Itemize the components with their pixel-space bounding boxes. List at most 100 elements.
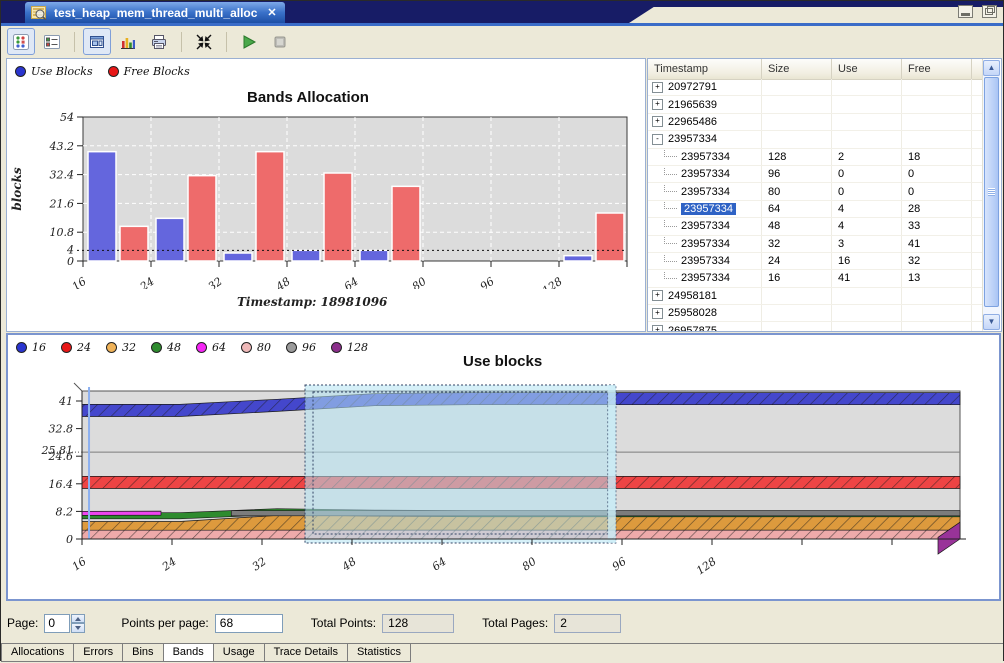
table-row[interactable]: 23957334164113 <box>648 270 983 287</box>
free-cell[interactable] <box>902 96 972 112</box>
free-cell[interactable]: 0 <box>902 183 972 199</box>
tab-statistics[interactable]: Statistics <box>347 644 411 662</box>
size-cell[interactable]: 48 <box>762 218 832 234</box>
spinner-up-icon[interactable] <box>71 614 85 624</box>
use-cell[interactable]: 4 <box>832 218 902 234</box>
free-cell[interactable] <box>902 305 972 321</box>
tab-bands[interactable]: Bands <box>163 644 214 662</box>
spinner-down-icon[interactable] <box>71 623 85 633</box>
usage-area-chart[interactable]: 4132.824.616.48.2025.8116243248648096128 <box>8 379 997 589</box>
close-icon[interactable]: ✕ <box>263 6 276 19</box>
scrollbar-thumb[interactable] <box>984 77 999 307</box>
free-cell[interactable]: 13 <box>902 270 972 286</box>
column-header-free[interactable]: Free <box>902 59 972 79</box>
size-cell[interactable]: 80 <box>762 183 832 199</box>
use-cell[interactable]: 4 <box>832 201 902 217</box>
page-spinner[interactable] <box>44 614 70 633</box>
table-scrollbar[interactable]: ▲ ▼ <box>982 60 1000 330</box>
timestamp-cell[interactable]: +24958181 <box>648 288 762 304</box>
size-cell[interactable] <box>762 96 832 112</box>
expand-icon[interactable]: + <box>652 325 663 331</box>
use-cell[interactable]: 41 <box>832 270 902 286</box>
bar-chart-view-icon[interactable] <box>114 28 142 55</box>
points-per-page-input[interactable] <box>215 614 283 633</box>
expand-icon[interactable]: + <box>652 290 663 301</box>
free-cell[interactable] <box>902 131 972 147</box>
tab-usage[interactable]: Usage <box>213 644 265 662</box>
table-row[interactable]: +24958181 <box>648 288 983 305</box>
free-cell[interactable]: 32 <box>902 253 972 269</box>
size-cell[interactable]: 24 <box>762 253 832 269</box>
stop-icon[interactable] <box>266 28 294 55</box>
expand-icon[interactable]: + <box>652 99 663 110</box>
free-cell[interactable] <box>902 288 972 304</box>
run-icon[interactable] <box>235 28 263 55</box>
grid-view-icon[interactable] <box>7 28 35 55</box>
column-header-timestamp[interactable]: Timestamp <box>648 59 762 79</box>
table-row[interactable]: +25958028 <box>648 305 983 322</box>
size-cell[interactable]: 128 <box>762 149 832 165</box>
timestamp-cell[interactable]: +22965486 <box>648 114 762 130</box>
timestamp-cell[interactable]: +25958028 <box>648 305 762 321</box>
table-row[interactable]: 23957334128218 <box>648 149 983 166</box>
table-row[interactable]: 2395733448433 <box>648 218 983 235</box>
table-row[interactable]: +22965486 <box>648 114 983 131</box>
timestamp-cell[interactable]: -23957334 <box>648 131 762 147</box>
list-view-icon[interactable] <box>38 28 66 55</box>
restore-icon[interactable] <box>982 5 997 18</box>
tab-trace-details[interactable]: Trace Details <box>264 644 348 662</box>
free-cell[interactable]: 28 <box>902 201 972 217</box>
table-row[interactable]: 2395733432341 <box>648 236 983 253</box>
size-cell[interactable]: 16 <box>762 270 832 286</box>
table-row[interactable]: -23957334 <box>648 131 983 148</box>
tab-allocations[interactable]: Allocations <box>1 644 74 662</box>
column-header-use[interactable]: Use <box>832 59 902 79</box>
timestamp-cell[interactable]: 23957334 <box>648 236 762 252</box>
timestamp-cell[interactable]: 23957334 <box>648 218 762 234</box>
scroll-down-icon[interactable]: ▼ <box>983 314 1000 330</box>
free-cell[interactable]: 41 <box>902 236 972 252</box>
timestamp-cell[interactable]: 23957334 <box>648 166 762 182</box>
timestamp-cell[interactable]: +21965639 <box>648 96 762 112</box>
use-cell[interactable]: 16 <box>832 253 902 269</box>
table-row[interactable]: 239573349600 <box>648 166 983 183</box>
column-header-size[interactable]: Size <box>762 59 832 79</box>
timestamp-cell[interactable]: +20972791 <box>648 79 762 95</box>
size-cell[interactable] <box>762 79 832 95</box>
table-row[interactable]: 239573348000 <box>648 183 983 200</box>
collapse-icon[interactable]: - <box>652 134 663 145</box>
use-cell[interactable]: 2 <box>832 149 902 165</box>
table-row[interactable]: 2395733464428 <box>648 201 983 218</box>
size-cell[interactable]: 32 <box>762 236 832 252</box>
size-cell[interactable]: 96 <box>762 166 832 182</box>
free-cell[interactable] <box>902 322 972 331</box>
use-cell[interactable]: 0 <box>832 183 902 199</box>
chart-window-view-icon[interactable] <box>83 28 111 55</box>
timestamp-cell[interactable]: 23957334 <box>648 201 762 217</box>
expand-icon[interactable]: + <box>652 116 663 127</box>
use-cell[interactable] <box>832 114 902 130</box>
size-cell[interactable] <box>762 131 832 147</box>
free-cell[interactable] <box>902 114 972 130</box>
size-cell[interactable] <box>762 305 832 321</box>
use-cell[interactable] <box>832 96 902 112</box>
use-cell[interactable] <box>832 79 902 95</box>
expand-icon[interactable]: + <box>652 308 663 319</box>
free-cell[interactable] <box>902 79 972 95</box>
tab-bins[interactable]: Bins <box>122 644 163 662</box>
print-icon[interactable] <box>145 28 173 55</box>
use-cell[interactable]: 3 <box>832 236 902 252</box>
size-cell[interactable] <box>762 288 832 304</box>
editor-tab[interactable]: test_heap_mem_thread_multi_alloc ✕ <box>25 2 285 23</box>
bands-bar-chart[interactable]: 45443.232.421.610.8016243248648096128blo… <box>7 107 645 289</box>
free-cell[interactable]: 0 <box>902 166 972 182</box>
table-row[interactable]: +21965639 <box>648 96 983 113</box>
size-cell[interactable] <box>762 114 832 130</box>
use-cell[interactable] <box>832 131 902 147</box>
timestamp-cell[interactable]: 23957334 <box>648 149 762 165</box>
tab-errors[interactable]: Errors <box>73 644 123 662</box>
scroll-up-icon[interactable]: ▲ <box>983 60 1000 76</box>
expand-icon[interactable]: + <box>652 82 663 93</box>
size-cell[interactable]: 64 <box>762 201 832 217</box>
table-row[interactable]: +26957875 <box>648 322 983 331</box>
